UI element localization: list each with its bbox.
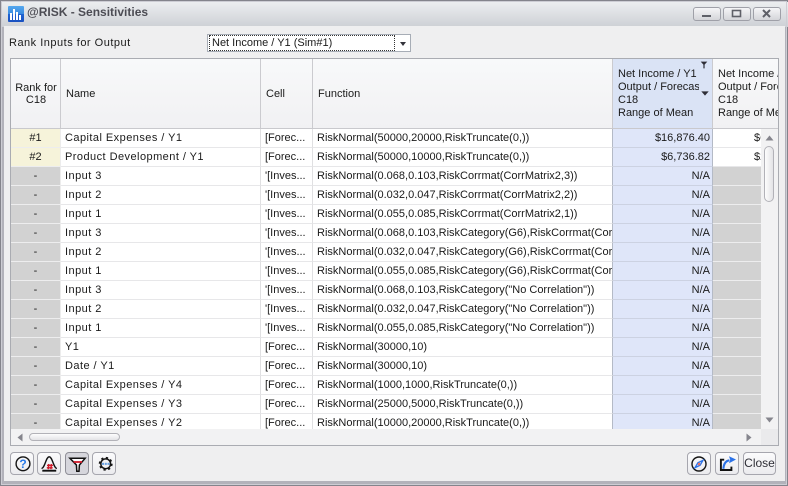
svg-text:?: ? xyxy=(19,457,26,471)
